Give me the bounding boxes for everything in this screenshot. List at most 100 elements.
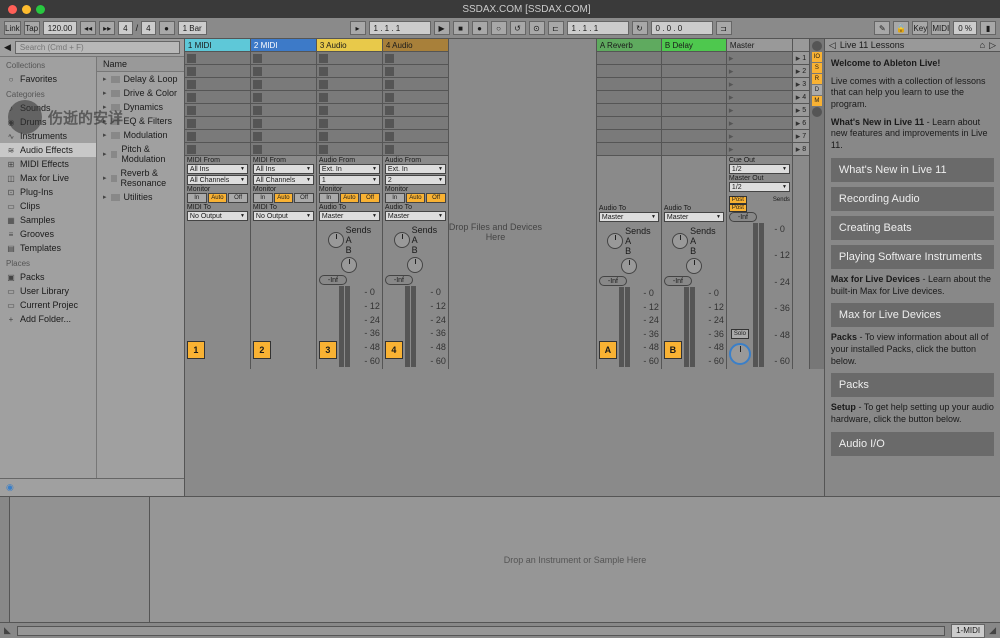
key-button[interactable]: Key	[912, 21, 928, 35]
place-user-library[interactable]: ▭User Library	[0, 284, 96, 298]
category-instruments[interactable]: ∿Instruments	[0, 129, 96, 143]
volume-display[interactable]: -Inf	[729, 212, 757, 222]
status-right-icon[interactable]: ◢	[989, 625, 996, 636]
strip-s[interactable]: S	[812, 63, 822, 73]
input-type[interactable]: All Ins	[253, 164, 314, 174]
volume-display[interactable]: -Inf	[599, 276, 627, 286]
place-packs[interactable]: ▣Packs	[0, 270, 96, 284]
input-channel[interactable]: All Channels	[253, 175, 314, 185]
lesson-packs[interactable]: Packs	[831, 373, 994, 397]
lesson-max[interactable]: Max for Live Devices	[831, 303, 994, 327]
track-activator[interactable]: B	[664, 341, 682, 359]
stop-button[interactable]: ■	[453, 21, 469, 35]
strip-d[interactable]: D	[812, 85, 822, 95]
track-header[interactable]: 1 MIDI	[185, 39, 250, 52]
position-field[interactable]: 1 . 1 . 1	[369, 21, 431, 35]
clip-slot[interactable]	[317, 130, 382, 143]
nudge-down[interactable]: ◂◂	[80, 21, 96, 35]
lesson-button[interactable]: Recording Audio	[831, 187, 994, 211]
scene-launch[interactable]: ▸7	[793, 130, 809, 143]
quantize-menu[interactable]: 1 Bar	[178, 21, 207, 35]
send-a-knob[interactable]	[394, 232, 410, 248]
disclosure-icon[interactable]: ▸	[103, 103, 107, 111]
clip-slot[interactable]	[383, 91, 448, 104]
tap-button[interactable]: Tap	[24, 21, 40, 35]
clip-slot[interactable]	[251, 104, 316, 117]
browser-item[interactable]: ▸Dynamics	[97, 100, 184, 114]
category-clips[interactable]: ▭Clips	[0, 199, 96, 213]
browser-item[interactable]: ▸Modulation	[97, 128, 184, 142]
cue-out[interactable]: 1/2	[729, 164, 790, 174]
volume-display[interactable]: -Inf	[319, 275, 347, 285]
output-type[interactable]: Master	[385, 211, 446, 221]
lesson-button[interactable]: What's New in Live 11	[831, 158, 994, 182]
automation-arm[interactable]: ↺	[510, 21, 526, 35]
monitor-off[interactable]: Off	[426, 193, 446, 203]
lesson-button[interactable]: Playing Software Instruments	[831, 245, 994, 269]
scene-launch[interactable]: ▸4	[793, 91, 809, 104]
browser-item[interactable]: ▸EQ & Filters	[97, 114, 184, 128]
scene-launch[interactable]: ▸8	[793, 143, 809, 156]
scene-slot[interactable]: ▸	[727, 52, 792, 65]
send-b-knob[interactable]	[621, 258, 637, 274]
track-activator[interactable]: 4	[385, 341, 403, 359]
detail-toggle[interactable]	[0, 497, 10, 622]
volume-display[interactable]: -Inf	[664, 276, 692, 286]
clip-slot[interactable]	[317, 104, 382, 117]
monitor-off[interactable]: Off	[294, 193, 314, 203]
clip-slot[interactable]	[185, 52, 250, 65]
crossfade-icon[interactable]	[812, 107, 822, 117]
sig-num[interactable]: 4	[118, 21, 132, 35]
overdub-button[interactable]: ○	[491, 21, 507, 35]
lesson-button[interactable]: Creating Beats	[831, 216, 994, 240]
strip-io[interactable]: IO	[812, 52, 822, 62]
scene-slot[interactable]: ▸	[727, 117, 792, 130]
monitor-in[interactable]: In	[385, 193, 405, 203]
scene-slot[interactable]: ▸	[727, 91, 792, 104]
input-channel[interactable]: 2	[385, 175, 446, 185]
master-out[interactable]: 1/2	[729, 182, 790, 192]
clip-slot[interactable]	[383, 117, 448, 130]
strip-m[interactable]: M	[812, 96, 822, 106]
disclosure-icon[interactable]: ▸	[103, 131, 107, 139]
clip-slot[interactable]	[251, 65, 316, 78]
track-header[interactable]: B Delay	[662, 39, 726, 52]
input-channel[interactable]: 1	[319, 175, 380, 185]
clip-slot[interactable]	[383, 65, 448, 78]
favorites-item[interactable]: ○Favorites	[0, 72, 96, 86]
monitor-off[interactable]: Off	[228, 193, 248, 203]
category-templates[interactable]: ▤Templates	[0, 241, 96, 255]
category-plug-ins[interactable]: ⊡Plug-Ins	[0, 185, 96, 199]
browser-item[interactable]: ▸Utilities	[97, 190, 184, 204]
help-close-icon[interactable]: ▷	[989, 40, 996, 51]
monitor-auto[interactable]: Auto	[274, 193, 294, 203]
help-home-icon[interactable]: ⌂	[980, 40, 985, 50]
clip-slot[interactable]	[251, 91, 316, 104]
scene-slot[interactable]: ▸	[727, 130, 792, 143]
monitor-off[interactable]: Off	[360, 193, 380, 203]
track-activator[interactable]: 1	[187, 341, 205, 359]
scene-slot[interactable]: ▸	[727, 143, 792, 156]
strip-r[interactable]: R	[812, 74, 822, 84]
scene-launch[interactable]: ▸5	[793, 104, 809, 117]
track-header[interactable]: 3 Audio	[317, 39, 382, 52]
browser-item[interactable]: ▸Delay & Loop	[97, 72, 184, 86]
draw-button[interactable]: ✎	[874, 21, 890, 35]
tempo-field[interactable]: 120.00	[43, 21, 77, 35]
clip-slot[interactable]	[185, 143, 250, 156]
follow-button[interactable]: ▸	[350, 21, 366, 35]
clip-slot[interactable]	[251, 130, 316, 143]
clip-slot[interactable]	[185, 130, 250, 143]
disclosure-icon[interactable]: ▸	[103, 89, 107, 97]
category-samples[interactable]: ▦Samples	[0, 213, 96, 227]
output-type[interactable]: Master	[599, 212, 659, 222]
disclosure-icon[interactable]: ▸	[103, 150, 107, 158]
scene-launch[interactable]: ▸3	[793, 78, 809, 91]
lesson-audio[interactable]: Audio I/O	[831, 432, 994, 456]
status-scroll[interactable]	[17, 626, 945, 636]
record-button[interactable]: ●	[472, 21, 488, 35]
send-a-knob[interactable]	[672, 233, 688, 249]
clip-slot[interactable]	[251, 78, 316, 91]
browser-item[interactable]: ▸Pitch & Modulation	[97, 142, 184, 166]
track-activator[interactable]: 3	[319, 341, 337, 359]
